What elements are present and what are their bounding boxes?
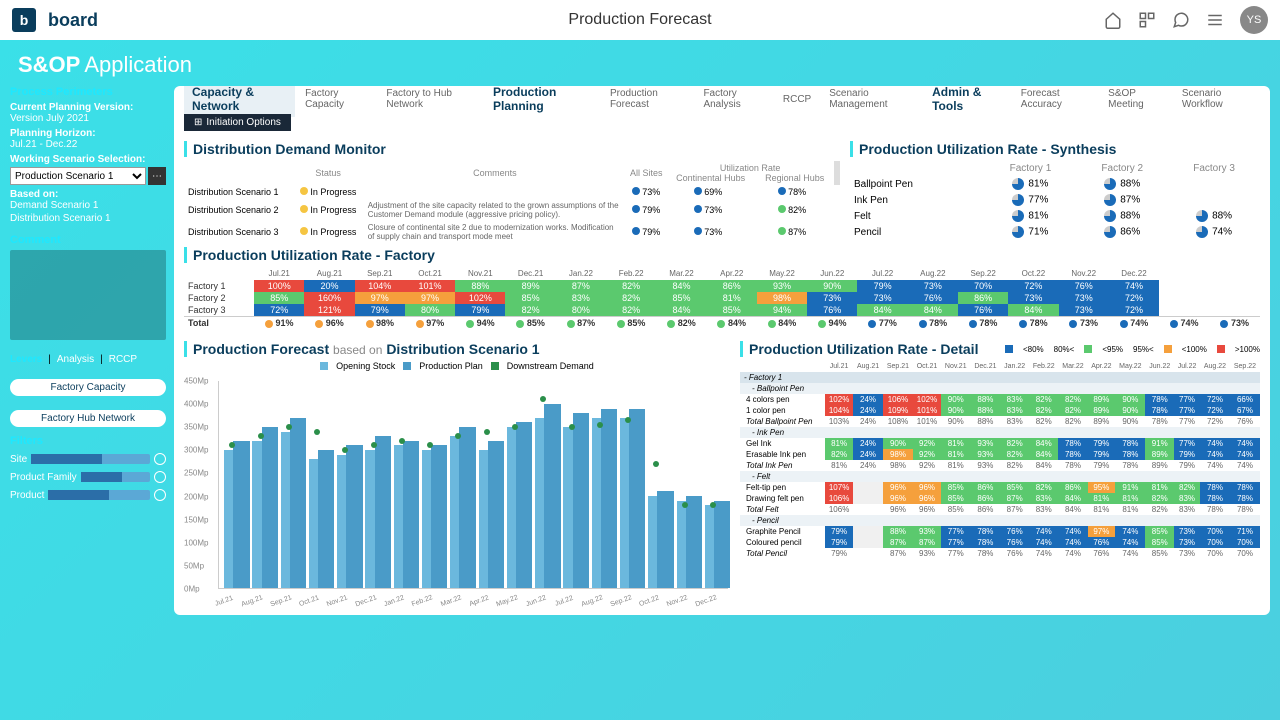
site-filter[interactable] — [31, 454, 150, 464]
reload-icon[interactable] — [154, 489, 166, 501]
tab-factory-hub[interactable]: Factory to Hub Network — [378, 86, 483, 114]
tab-forecast-accuracy[interactable]: Forecast Accuracy — [1013, 86, 1098, 114]
tab-rccp[interactable]: RCCP — [109, 354, 137, 365]
tab-sop-meeting[interactable]: S&OP Meeting — [1100, 86, 1172, 114]
factory-hub-button[interactable]: Factory Hub Network — [10, 410, 166, 427]
perimeters-header: Process Perimeters — [10, 86, 166, 98]
tab-production-forecast[interactable]: Production Forecast — [602, 86, 694, 114]
tab-admin-tools[interactable]: Admin & Tools — [924, 86, 1011, 117]
logo-text: board — [48, 10, 98, 31]
initiation-options-button[interactable]: ⊞Initiation Options — [184, 114, 291, 131]
tab-capacity-network[interactable]: Capacity & Network — [184, 86, 295, 117]
family-filter[interactable] — [81, 472, 150, 482]
nav-tabs: Capacity & Network Factory Capacity Fact… — [184, 86, 1260, 112]
filters-header: Filters — [10, 435, 166, 447]
menu-icon[interactable] — [1206, 11, 1224, 29]
reload-icon[interactable] — [154, 471, 166, 483]
reload-icon[interactable] — [154, 453, 166, 465]
tab-rccp[interactable]: RCCP — [775, 90, 819, 109]
tab-factory-analysis[interactable]: Factory Analysis — [695, 86, 772, 114]
tab-scenario-mgmt[interactable]: Scenario Management — [821, 86, 922, 114]
sidebar: Process Perimeters Current Planning Vers… — [10, 86, 166, 615]
tab-scenario-workflow[interactable]: Scenario Workflow — [1174, 86, 1260, 114]
lever-tabs: Levers| Analysis| RCCP — [10, 354, 166, 365]
distrib-title: Distribution Demand Monitor — [184, 141, 840, 157]
product-filter[interactable] — [48, 490, 150, 500]
scenario-select[interactable]: Production Scenario 1 — [10, 167, 146, 185]
forecast-title: Production Forecast based on Distributio… — [184, 341, 540, 357]
more-icon[interactable]: ⋯ — [148, 167, 166, 185]
tab-levers[interactable]: Levers — [10, 354, 42, 365]
distrib-table: StatusCommentsAll SitesUtilization RateC… — [184, 161, 840, 243]
logo-icon: b — [12, 8, 36, 32]
synth-table: Factory 1Factory 2Factory 3 Ballpoint Pe… — [850, 161, 1260, 240]
comment-header: Comment — [10, 234, 166, 246]
comment-input[interactable] — [10, 250, 166, 340]
tab-production-planning[interactable]: Production Planning — [485, 86, 600, 117]
home-icon[interactable] — [1104, 11, 1122, 29]
synth-title: Production Utilization Rate - Synthesis — [850, 141, 1260, 157]
factory-title: Production Utilization Rate - Factory — [184, 247, 1260, 263]
factory-capacity-button[interactable]: Factory Capacity — [10, 379, 166, 396]
forecast-chart: 450Mp400Mp350Mp300Mp250Mp200Mp150Mp100Mp… — [184, 375, 730, 605]
chat-icon[interactable] — [1172, 11, 1190, 29]
factory-table: Jul.21Aug.21Sep.21Oct.21Nov.21Dec.21Jan.… — [184, 267, 1260, 329]
detail-legend: <80%80%<<95%95%<<100%>100% — [1005, 345, 1260, 354]
forecast-legend: Opening Stock Production Plan Downstream… — [184, 361, 730, 371]
detail-table: Jul.21Aug.21Sep.21Oct.21Nov.21Dec.21Jan.… — [740, 361, 1260, 559]
tab-analysis[interactable]: Analysis — [57, 354, 94, 365]
topbar: b board Production Forecast YS — [0, 0, 1280, 40]
app-title: S&OPApplication — [0, 40, 1280, 78]
tab-factory-capacity[interactable]: Factory Capacity — [297, 86, 376, 114]
panels-icon[interactable] — [1138, 11, 1156, 29]
detail-title: Production Utilization Rate - Detail — [740, 341, 978, 357]
avatar[interactable]: YS — [1240, 6, 1268, 34]
page-title: Production Forecast — [568, 11, 711, 29]
main-content: Capacity & Network Factory Capacity Fact… — [174, 86, 1270, 615]
